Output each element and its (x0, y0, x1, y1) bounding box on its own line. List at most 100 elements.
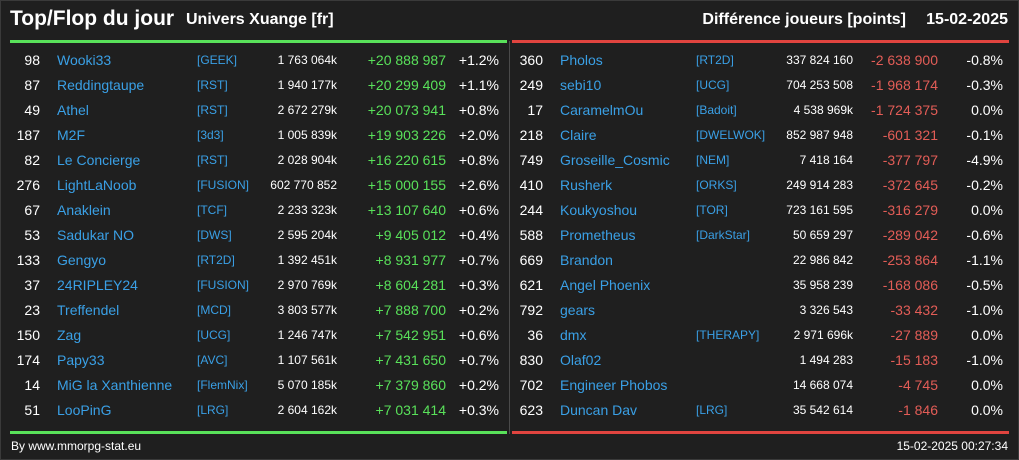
guild-link[interactable]: [DWS] (197, 223, 232, 248)
guild-link[interactable]: [LRG] (197, 398, 228, 423)
player-link[interactable]: Rusherk (560, 173, 612, 198)
player-link[interactable]: Claire (560, 123, 597, 148)
table-row: 37 24RIPLEY24 [FUSION] 2 970 769k +8 604… (0, 273, 507, 298)
rank-cell: 14 (24, 377, 40, 393)
guild-link[interactable]: [RST] (197, 98, 228, 123)
percent-cell: -0.2% (966, 177, 1003, 193)
player-link[interactable]: dmx (560, 323, 586, 348)
player-link[interactable]: LooPinG (57, 398, 111, 423)
player-link[interactable]: sebi10 (560, 73, 601, 98)
guild-link[interactable]: [3d3] (197, 123, 224, 148)
table-row: 792 gears 3 326 543 -33 432 -1.0% (510, 298, 1009, 323)
guild-link[interactable]: [NEM] (696, 148, 729, 173)
percent-cell: 0.0% (971, 402, 1003, 418)
table-row: 174 Papy33 [AVC] 1 107 561k +7 431 650 +… (0, 348, 507, 373)
universe-label: Univers Xuange [fr] (186, 11, 334, 28)
diff-cell: -601 321 (882, 127, 938, 143)
player-link[interactable]: Engineer Phobos (560, 373, 667, 398)
player-link[interactable]: CaramelmOu (560, 98, 643, 123)
player-link[interactable]: Athel (57, 98, 89, 123)
total-points-cell: 723 161 595 (786, 203, 853, 217)
percent-cell: +0.3% (458, 277, 499, 293)
rank-cell: 249 (519, 77, 543, 93)
guild-link[interactable]: [GEEK] (197, 48, 237, 73)
percent-cell: -1.1% (966, 252, 1003, 268)
rank-cell: 360 (519, 52, 543, 68)
guild-link[interactable]: [UCG] (696, 73, 729, 98)
player-link[interactable]: gears (560, 298, 595, 323)
percent-cell: +0.6% (458, 327, 499, 343)
percent-cell: -1.0% (966, 302, 1003, 318)
player-link[interactable]: Duncan Dav (560, 398, 637, 423)
rank-cell: 17 (527, 102, 543, 118)
table-row: 82 Le Concierge [RST] 2 028 904k +16 220… (0, 148, 507, 173)
rank-cell: 87 (24, 77, 40, 93)
table-row: 17 CaramelmOu [Badoit] 4 538 969k -1 724… (510, 98, 1009, 123)
rank-cell: 187 (16, 127, 40, 143)
player-link[interactable]: Reddingtaupe (57, 73, 144, 98)
total-points-cell: 5 070 185k (277, 378, 337, 392)
player-link[interactable]: Sadukar NO (57, 223, 134, 248)
percent-cell: +1.1% (458, 77, 499, 93)
rank-cell: 749 (519, 152, 543, 168)
percent-cell: +0.7% (458, 352, 499, 368)
table-row: 830 Olaf02 1 494 283 -15 183 -1.0% (510, 348, 1009, 373)
rank-cell: 276 (16, 177, 40, 193)
diff-cell: +7 888 700 (375, 302, 446, 318)
diff-cell: -289 042 (882, 227, 938, 243)
player-link[interactable]: Brandon (560, 248, 613, 273)
player-link[interactable]: Le Concierge (57, 148, 140, 173)
guild-link[interactable]: [RT2D] (696, 48, 734, 73)
guild-link[interactable]: [DarkStar] (696, 223, 750, 248)
player-link[interactable]: Koukyoshou (560, 198, 637, 223)
table-row: 49 Athel [RST] 2 672 279k +20 073 941 +0… (0, 98, 507, 123)
rank-cell: 410 (519, 177, 543, 193)
diff-cell: -316 279 (882, 202, 938, 218)
rank-cell: 133 (16, 252, 40, 268)
date-label: 15-02-2025 (926, 11, 1008, 28)
player-link[interactable]: Treffendel (57, 298, 119, 323)
total-points-cell: 3 803 577k (277, 303, 337, 317)
guild-link[interactable]: [ORKS] (696, 173, 737, 198)
player-link[interactable]: Prometheus (560, 223, 635, 248)
guild-link[interactable]: [AVC] (197, 348, 227, 373)
diff-cell: -33 432 (890, 302, 938, 318)
player-link[interactable]: Zag (57, 323, 81, 348)
rank-cell: 830 (519, 352, 543, 368)
table-row: 36 dmx [THERAPY] 2 971 696k -27 889 0.0% (510, 323, 1009, 348)
player-link[interactable]: M2F (57, 123, 85, 148)
diff-cell: +9 405 012 (375, 227, 446, 243)
guild-link[interactable]: [Badoit] (696, 98, 737, 123)
total-points-cell: 249 914 283 (786, 178, 853, 192)
percent-cell: +0.6% (458, 202, 499, 218)
player-link[interactable]: Angel Phoenix (560, 273, 650, 298)
total-points-cell: 50 659 297 (792, 228, 853, 242)
guild-link[interactable]: [TCF] (197, 198, 227, 223)
guild-link[interactable]: [UCG] (197, 323, 230, 348)
player-link[interactable]: Pholos (560, 48, 603, 73)
rank-cell: 174 (16, 352, 40, 368)
player-link[interactable]: LightLaNoob (57, 173, 136, 198)
diff-cell: -4 745 (898, 377, 938, 393)
percent-cell: -1.0% (966, 352, 1003, 368)
guild-link[interactable]: [LRG] (696, 398, 727, 423)
total-points-cell: 1 107 561k (277, 353, 337, 367)
player-link[interactable]: Wooki33 (57, 48, 111, 73)
player-link[interactable]: Anaklein (57, 198, 111, 223)
guild-link[interactable]: [TOR] (696, 198, 728, 223)
player-link[interactable]: Olaf02 (560, 348, 601, 373)
player-link[interactable]: MiG la Xanthienne (57, 373, 172, 398)
player-link[interactable]: Groseille_Cosmic (560, 148, 670, 173)
player-link[interactable]: 24RIPLEY24 (57, 273, 138, 298)
table-row: 51 LooPinG [LRG] 2 604 162k +7 031 414 +… (0, 398, 507, 423)
player-link[interactable]: Papy33 (57, 348, 104, 373)
guild-link[interactable]: [RST] (197, 73, 228, 98)
rank-cell: 53 (24, 227, 40, 243)
guild-link[interactable]: [RST] (197, 148, 228, 173)
footer-credit[interactable]: By www.mmorpg-stat.eu (11, 439, 141, 453)
table-row: 98 Wooki33 [GEEK] 1 763 064k +20 888 987… (0, 48, 507, 73)
guild-link[interactable]: [MCD] (197, 298, 231, 323)
guild-link[interactable]: [RT2D] (197, 248, 235, 273)
percent-cell: 0.0% (971, 202, 1003, 218)
player-link[interactable]: Gengyo (57, 248, 106, 273)
